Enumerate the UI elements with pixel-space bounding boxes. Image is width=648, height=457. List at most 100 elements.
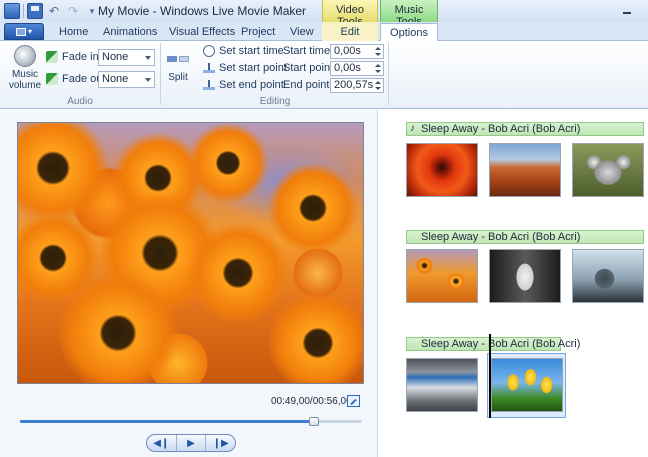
seek-thumb[interactable] — [309, 417, 320, 426]
flower-shape — [268, 163, 358, 253]
track-label: Sleep Away - Bob Acri (Bob Acri) — [421, 123, 581, 135]
toolbar-separator — [23, 4, 24, 18]
music-note-icon: ♪ — [410, 123, 415, 134]
clip-tulips[interactable] — [491, 358, 563, 412]
playhead-cursor[interactable] — [489, 334, 491, 418]
file-menu-icon — [15, 27, 26, 36]
end-point-field[interactable]: 200,57s — [330, 78, 384, 93]
app-icon[interactable] — [4, 3, 20, 19]
chevron-down-icon — [145, 56, 151, 60]
music-volume-label: Music volume — [8, 69, 42, 91]
tab-home[interactable]: Home — [59, 26, 88, 38]
flower-shape — [18, 123, 108, 223]
fade-in-row: Fade in: — [46, 51, 102, 63]
seek-bar[interactable] — [20, 417, 362, 426]
set-start-time-label: Set start time — [219, 45, 284, 57]
split-button[interactable]: Split — [164, 54, 192, 83]
group-divider — [160, 43, 161, 105]
title-bar: ↶ ↷ ▾ My Movie - Windows Live Movie Make… — [0, 0, 648, 28]
set-end-point-button[interactable]: Set end point — [203, 79, 284, 91]
seek-progress — [20, 420, 315, 423]
track-label: Sleep Away - Bob Acri (Bob Acri) — [421, 231, 581, 243]
start-point-icon — [203, 63, 215, 73]
save-icon[interactable] — [27, 3, 43, 19]
previous-frame-icon[interactable]: ◀❙ — [147, 435, 177, 451]
flower-shape — [188, 223, 288, 323]
start-time-label: Start time: — [283, 45, 334, 57]
tab-edit[interactable]: Edit — [322, 22, 378, 41]
spin-down-icon[interactable] — [375, 70, 381, 73]
next-frame-icon[interactable]: ❙▶ — [206, 435, 235, 451]
set-start-point-button[interactable]: Set start point — [203, 62, 287, 74]
music-track[interactable]: ♪ Sleep Away - Bob Acri (Bob Acri) — [406, 122, 644, 136]
start-time-value: 0,00s — [334, 45, 361, 57]
tab-visual-effects[interactable]: Visual Effects — [169, 26, 235, 38]
end-point-icon — [203, 80, 215, 90]
clip-mug[interactable] — [489, 249, 561, 303]
speaker-icon — [14, 45, 36, 67]
clip-window-seat[interactable] — [572, 249, 644, 303]
fullscreen-icon[interactable] — [347, 395, 360, 407]
start-time-field[interactable]: 0,00s — [330, 44, 384, 59]
window-title: My Movie - Windows Live Movie Maker — [98, 4, 307, 18]
fade-in-label: Fade in: — [62, 51, 102, 63]
spin-up-icon[interactable] — [375, 81, 381, 84]
split-label: Split — [168, 72, 188, 83]
spin-down-icon[interactable] — [375, 87, 381, 90]
fade-in-select[interactable]: None — [98, 49, 155, 66]
clip-orange-flower[interactable] — [406, 143, 478, 197]
group-divider — [388, 43, 389, 105]
tab-options[interactable]: Options — [380, 23, 438, 42]
start-point-value: 0,00s — [334, 62, 361, 74]
tab-view[interactable]: View — [290, 26, 314, 38]
music-volume-button[interactable]: Music volume — [6, 45, 44, 91]
end-point-label: End point: — [283, 79, 333, 91]
ribbon: Music volume Fade in: None Fade out: Non… — [0, 41, 648, 109]
music-track[interactable]: Sleep Away - Bob Acri (Bob Acri) — [406, 230, 644, 244]
play-icon[interactable]: ▶ — [177, 435, 207, 451]
clip-orange-flowers[interactable] — [406, 249, 478, 303]
ribbon-tab-row: ▾ Home Animations Visual Effects Project… — [0, 22, 648, 42]
start-point-field[interactable]: 0,00s — [330, 61, 384, 76]
tab-project[interactable]: Project — [241, 26, 275, 38]
fade-in-icon — [46, 51, 58, 63]
spin-down-icon[interactable] — [375, 53, 381, 56]
fade-in-value: None — [102, 51, 129, 63]
audio-group-label: Audio — [67, 96, 93, 107]
quick-access-toolbar: ↶ ↷ ▾ — [4, 3, 100, 19]
video-preview[interactable] — [17, 122, 364, 384]
flower-shape — [188, 123, 268, 203]
fade-out-value: None — [102, 73, 129, 85]
undo-icon[interactable]: ↶ — [46, 3, 62, 19]
redo-icon[interactable]: ↷ — [65, 3, 81, 19]
time-readout: 00:49,00/00:56,00 — [271, 396, 352, 407]
music-tools-header: Music Tools — [380, 0, 438, 28]
spin-up-icon[interactable] — [375, 64, 381, 67]
flower-shape — [268, 293, 363, 383]
stopwatch-icon — [203, 45, 215, 57]
playback-controls: ◀❙ ▶ ❙▶ — [146, 434, 236, 452]
chevron-down-icon — [145, 78, 151, 82]
track-label: Sleep Away - Bob Acri (Bob Acri) — [421, 338, 581, 350]
set-end-point-label: Set end point — [219, 79, 284, 91]
fade-out-icon — [46, 73, 58, 85]
video-tools-header: Video Tools — [322, 0, 378, 28]
minimize-icon[interactable] — [620, 3, 634, 17]
file-menu-button[interactable]: ▾ — [4, 23, 44, 40]
editing-group-label: Editing — [259, 96, 291, 107]
clip-koala[interactable] — [572, 143, 644, 197]
clip-desert[interactable] — [489, 143, 561, 197]
storyboard: ♪ Sleep Away - Bob Acri (Bob Acri) Sleep… — [379, 110, 648, 457]
fade-out-select[interactable]: None — [98, 71, 155, 88]
set-start-point-label: Set start point — [219, 62, 287, 74]
start-point-label: Start point: — [283, 62, 337, 74]
dropdown-arrow-icon: ▾ — [27, 27, 32, 36]
split-icon — [167, 54, 189, 64]
spin-up-icon[interactable] — [375, 47, 381, 50]
tab-animations[interactable]: Animations — [103, 26, 157, 38]
music-track[interactable]: Sleep Away - Bob Acri (Bob Acri) — [406, 337, 580, 351]
clip-conference-room[interactable] — [406, 358, 478, 412]
flower-shape — [58, 273, 178, 383]
end-point-value: 200,57s — [334, 79, 374, 91]
set-start-time-button[interactable]: Set start time — [203, 45, 284, 57]
